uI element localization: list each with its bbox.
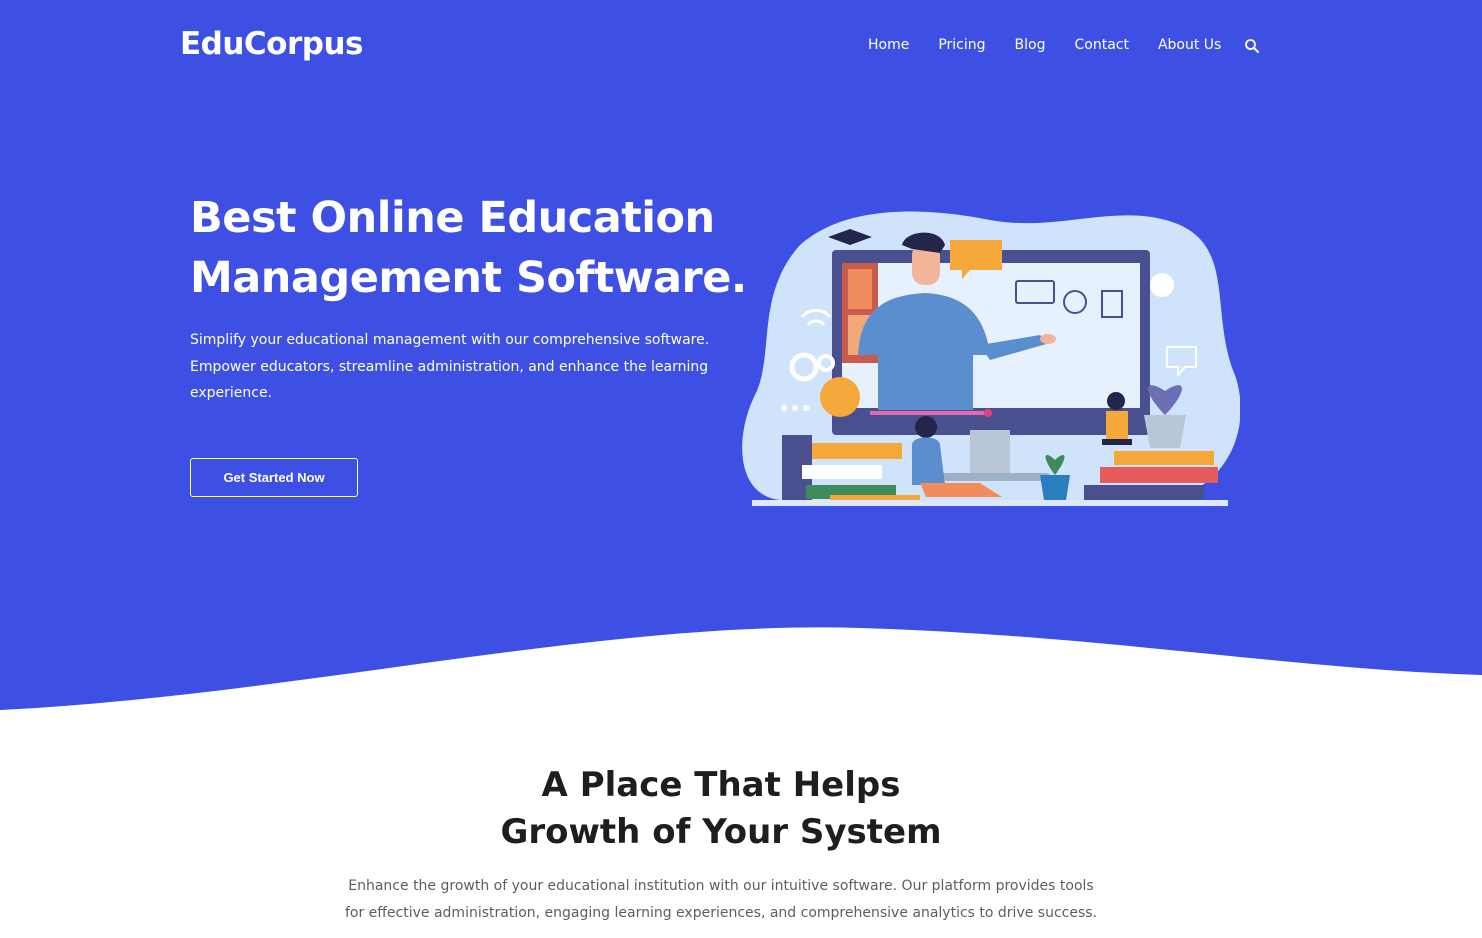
nav-about-us[interactable]: About Us [1158,37,1221,53]
hero-title-line-1: Best Online Education [190,193,715,243]
hero-title: Best Online Education Management Softwar… [190,188,750,308]
main-nav: Home Pricing Blog Contact About Us [868,37,1250,53]
section-title-line-1: A Place That Helps [541,765,901,805]
section-title: A Place That Helps Growth of Your System [0,762,1442,856]
nav-pricing[interactable]: Pricing [938,37,985,53]
search-icon[interactable] [1244,38,1260,54]
nav-blog[interactable]: Blog [1015,37,1046,53]
section-title-line-2: Growth of Your System [500,812,942,852]
nav-contact[interactable]: Contact [1075,37,1129,53]
hero-description: Simplify your educational management wit… [190,332,710,401]
brand-logo[interactable]: EduCorpus [180,26,363,62]
hero-title-line-2: Management Software. [190,253,747,303]
online-education-illustration [742,211,1240,506]
hero-wave-divider [0,627,1482,740]
section-description: Enhance the growth of your educational i… [344,878,1098,921]
get-started-button[interactable]: Get Started Now [190,458,358,497]
nav-home[interactable]: Home [868,37,909,53]
